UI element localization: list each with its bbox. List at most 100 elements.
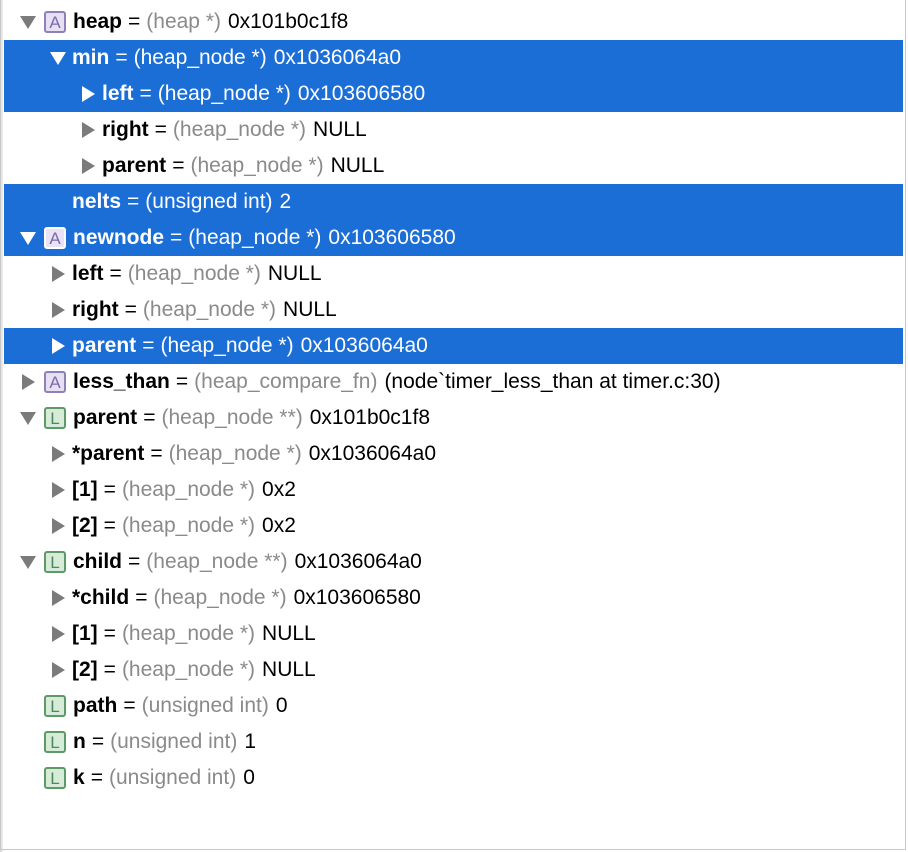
- variable-type: (unsigned int): [108, 766, 237, 789]
- variable-row[interactable]: right = (heap_node *) NULL: [4, 292, 903, 328]
- variable-row[interactable]: Lpath = (unsigned int) 0: [4, 688, 903, 724]
- variables-view: Aheap = (heap *) 0x101b0c1f8 min = (heap_node …: [0, 0, 906, 850]
- variable-name: [2]: [72, 658, 98, 681]
- argument-badge-icon: A: [44, 11, 66, 33]
- variable-value: 0x1036064a0: [308, 442, 437, 465]
- variable-type: (unsigned int): [110, 730, 238, 753]
- disclosure-open-icon[interactable]: [16, 4, 40, 40]
- variable-row[interactable]: Aheap = (heap *) 0x101b0c1f8: [4, 4, 903, 40]
- equals-sign: =: [128, 550, 141, 573]
- variable-row[interactable]: Aless_than = (heap_compare_fn) (node`timer_…: [4, 364, 903, 400]
- variable-row[interactable]: *parent = (heap_node *) 0x1036064a0: [4, 436, 903, 472]
- disclosure-open-icon[interactable]: [16, 220, 40, 256]
- variable-type: (unsigned int): [145, 190, 273, 213]
- variable-name: left: [72, 262, 104, 285]
- variable-value: NULL: [313, 118, 367, 141]
- disclosure-open-icon[interactable]: [16, 400, 40, 436]
- variable-name: heap: [73, 10, 123, 33]
- disclosure-closed-icon[interactable]: [46, 652, 70, 688]
- variable-type: (unsigned int): [141, 694, 269, 717]
- disclosure-closed-icon[interactable]: [46, 292, 70, 328]
- variable-row[interactable]: right = (heap_node *) NULL: [4, 112, 903, 148]
- variable-name: *child: [72, 586, 130, 609]
- variable-row[interactable]: Lchild = (heap_node **) 0x1036064a0: [4, 544, 903, 580]
- variable-value: 1: [244, 730, 257, 753]
- equals-sign: =: [115, 46, 128, 69]
- variable-row[interactable]: [2] = (heap_node *) 0x2: [4, 508, 903, 544]
- equals-sign: =: [135, 586, 148, 609]
- equals-sign: =: [91, 730, 105, 753]
- variable-name: min: [72, 46, 110, 69]
- disclosure-closed-icon[interactable]: [16, 364, 40, 400]
- variable-type: (heap_node *): [142, 298, 277, 321]
- variable-name: right: [102, 118, 149, 141]
- variable-row[interactable]: nelts = (unsigned int) 2: [4, 184, 903, 220]
- variable-type: (heap_node *): [188, 226, 322, 249]
- variable-row[interactable]: parent = (heap_node *) 0x1036064a0: [4, 328, 903, 364]
- variable-type: (heap_node **): [146, 550, 288, 573]
- variable-row[interactable]: left = (heap_node *) NULL: [4, 256, 903, 292]
- local-badge-icon: L: [44, 695, 66, 717]
- variable-name: [1]: [72, 478, 98, 501]
- variable-type: (heap_node *): [133, 46, 267, 69]
- variable-row[interactable]: [1] = (heap_node *) 0x2: [4, 472, 903, 508]
- variable-value: NULL: [267, 262, 322, 285]
- variable-type: (heap_node *): [121, 514, 256, 537]
- variable-name: path: [73, 694, 118, 717]
- disclosure-closed-icon[interactable]: [46, 328, 70, 364]
- equals-sign: =: [109, 262, 122, 285]
- variable-type: (heap_node *): [157, 82, 291, 105]
- disclosure-closed-icon[interactable]: [46, 616, 70, 652]
- variable-row[interactable]: [1] = (heap_node *) NULL: [4, 616, 903, 652]
- variable-row[interactable]: [2] = (heap_node *) NULL: [4, 652, 903, 688]
- disclosure-closed-icon[interactable]: [46, 472, 70, 508]
- equals-sign: =: [103, 658, 116, 681]
- local-badge-icon: L: [44, 731, 66, 753]
- argument-badge-icon: A: [44, 371, 66, 393]
- variable-value: 0x103606580: [293, 586, 421, 609]
- variable-row[interactable]: min = (heap_node *) 0x1036064a0: [4, 40, 903, 76]
- variable-row[interactable]: Lparent = (heap_node **) 0x101b0c1f8: [4, 400, 903, 436]
- disclosure-open-icon[interactable]: [16, 544, 40, 580]
- variable-type: (heap_node *): [121, 658, 256, 681]
- equals-sign: =: [139, 82, 152, 105]
- variable-name: right: [72, 298, 119, 321]
- equals-sign: =: [154, 118, 167, 141]
- disclosure-closed-icon[interactable]: [46, 256, 70, 292]
- variable-value: 0: [275, 694, 288, 717]
- variable-value: 0x2: [262, 514, 296, 537]
- disclosure-closed-icon[interactable]: [76, 112, 100, 148]
- variable-name: parent: [102, 154, 167, 177]
- variable-type: (heap_node *): [121, 622, 256, 645]
- variable-name: *parent: [72, 442, 145, 465]
- equals-sign: =: [150, 442, 163, 465]
- disclosure-closed-icon[interactable]: [46, 436, 70, 472]
- variable-row[interactable]: *child = (heap_node *) 0x103606580: [4, 580, 903, 616]
- variable-row[interactable]: Anewnode = (heap_node *) 0x103606580: [4, 220, 903, 256]
- variable-value: NULL: [283, 298, 337, 321]
- equals-sign: =: [143, 406, 156, 429]
- variable-row[interactable]: Lk = (unsigned int) 0: [4, 760, 903, 796]
- disclosure-closed-icon[interactable]: [76, 148, 100, 184]
- disclosure-closed-icon[interactable]: [46, 508, 70, 544]
- disclosure-closed-icon[interactable]: [76, 76, 100, 112]
- variable-value: 0x1036064a0: [300, 334, 428, 357]
- variable-type: (heap_node *): [153, 586, 287, 609]
- variable-type: (heap_node *): [160, 334, 294, 357]
- equals-sign: =: [128, 10, 141, 33]
- variable-value: NULL: [330, 154, 385, 177]
- equals-sign: =: [123, 694, 136, 717]
- equals-sign: =: [142, 334, 155, 357]
- variable-row[interactable]: parent = (heap_node *) NULL: [4, 148, 903, 184]
- variable-value: (node`timer_less_than at timer.c:30): [384, 370, 721, 393]
- local-badge-icon: L: [44, 551, 66, 573]
- variable-value: NULL: [262, 658, 316, 681]
- disclosure-open-icon[interactable]: [46, 40, 70, 76]
- variable-row[interactable]: Ln = (unsigned int) 1: [4, 724, 903, 760]
- variable-type: (heap *): [146, 10, 221, 33]
- variable-type: (heap_node *): [172, 118, 307, 141]
- variable-row[interactable]: left = (heap_node *) 0x103606580: [4, 76, 903, 112]
- disclosure-closed-icon[interactable]: [46, 580, 70, 616]
- variable-value: 0x1036064a0: [294, 550, 422, 573]
- variable-name: [1]: [72, 622, 98, 645]
